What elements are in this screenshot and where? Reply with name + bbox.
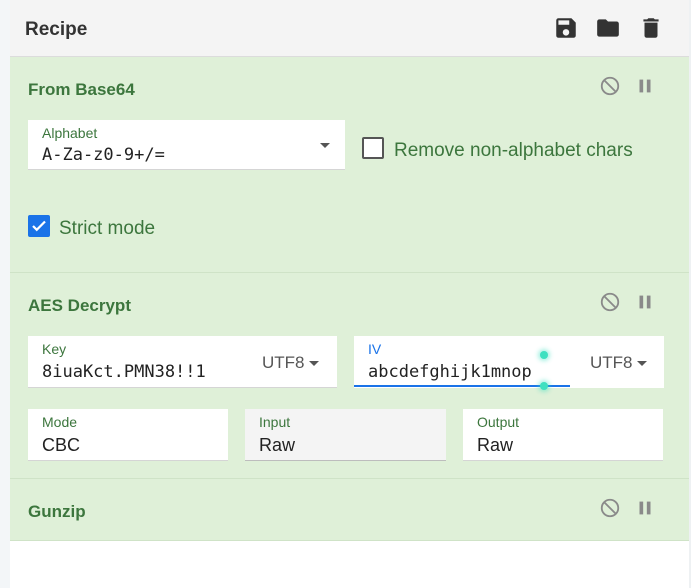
- disable-icon[interactable]: [599, 497, 621, 519]
- recipe-empty-area: [10, 541, 689, 588]
- alphabet-select[interactable]: Alphabet A-Za-z0-9+/=: [28, 120, 345, 170]
- disable-icon[interactable]: [599, 291, 621, 313]
- output-format-select[interactable]: Output Raw: [463, 409, 663, 461]
- iv-value[interactable]: abcdefghijk1mnop: [368, 362, 532, 382]
- iv-focus-underline: [354, 385, 570, 387]
- operation-gunzip: Gunzip: [10, 479, 689, 541]
- save-icon[interactable]: [553, 15, 579, 41]
- input-value: Raw: [259, 435, 296, 455]
- alphabet-value: A-Za-z0-9+/=: [42, 145, 165, 165]
- chevron-down-icon: [636, 361, 647, 367]
- key-value: 8iuaKct.PMN38!!1: [42, 362, 206, 382]
- iv-encoding-dropdown[interactable]: UTF8: [590, 353, 647, 373]
- iv-label: IV: [368, 341, 382, 357]
- alphabet-label: Alphabet: [42, 125, 98, 141]
- trash-icon[interactable]: [638, 15, 664, 41]
- remove-nonalpha-checkbox[interactable]: [362, 137, 384, 159]
- output-value: Raw: [477, 435, 514, 455]
- operation-from-base64: From Base64 Alphabet A-Za-z0-9+/= Remove…: [10, 57, 689, 273]
- chevron-down-icon: [320, 143, 330, 148]
- checkmark-icon: [32, 220, 46, 232]
- output-label: Output: [477, 414, 520, 430]
- disable-icon[interactable]: [599, 75, 621, 97]
- mode-value: CBC: [42, 435, 81, 455]
- operation-aes-decrypt: AES Decrypt Key 8iuaKct.PMN38!!1 UTF8 IV…: [10, 273, 689, 479]
- recipe-header: Recipe: [10, 0, 689, 57]
- iv-field[interactable]: IV abcdefghijk1mnop UTF8: [354, 336, 664, 390]
- chevron-down-icon: [308, 361, 319, 367]
- pause-icon[interactable]: [634, 75, 656, 97]
- key-encoding-dropdown[interactable]: UTF8: [262, 353, 319, 373]
- mode-label: Mode: [42, 414, 78, 430]
- text-cursor-handle-top[interactable]: [540, 351, 548, 359]
- strict-mode-label: Strict mode: [59, 218, 156, 239]
- key-field[interactable]: Key 8iuaKct.PMN38!!1 UTF8: [28, 336, 337, 388]
- pause-icon[interactable]: [634, 291, 656, 313]
- mode-select[interactable]: Mode CBC: [28, 409, 228, 461]
- pause-icon[interactable]: [634, 497, 656, 519]
- operation-title: Gunzip: [28, 502, 86, 521]
- remove-nonalpha-label: Remove non-alphabet chars: [394, 140, 633, 161]
- text-cursor-handle-bottom[interactable]: [540, 382, 548, 390]
- key-encoding-label: UTF8: [262, 353, 305, 372]
- iv-encoding-label: UTF8: [590, 353, 633, 372]
- strict-mode-checkbox[interactable]: [28, 215, 50, 237]
- input-format-select[interactable]: Input Raw: [245, 409, 446, 461]
- folder-icon[interactable]: [595, 15, 621, 41]
- operation-title: From Base64: [28, 80, 135, 99]
- recipe-title: Recipe: [25, 19, 88, 40]
- operation-title: AES Decrypt: [28, 296, 131, 315]
- input-label: Input: [259, 414, 291, 430]
- key-label: Key: [42, 341, 67, 357]
